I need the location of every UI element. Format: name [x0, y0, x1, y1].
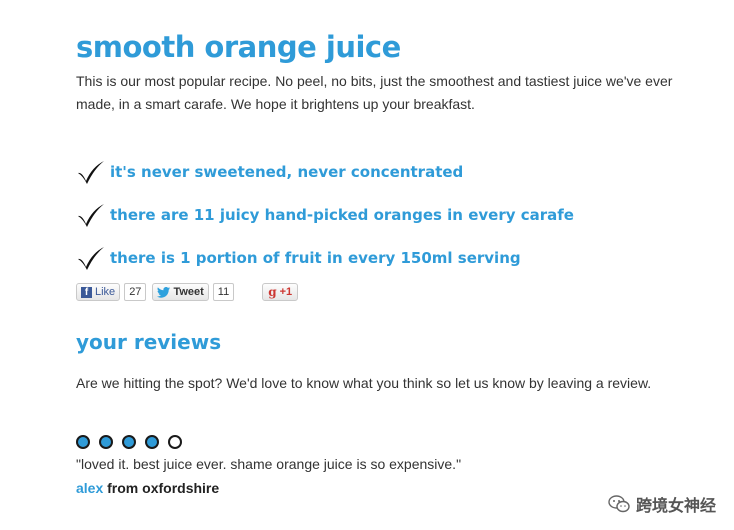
- twitter-bird-icon: [157, 286, 171, 298]
- rating-dot-filled: [122, 435, 136, 449]
- rating-dot-empty: [168, 435, 182, 449]
- social-share-bar: f Like 27 Tweet 11 g +1: [76, 283, 299, 301]
- reviews-heading: your reviews: [76, 330, 222, 354]
- facebook-icon: f: [81, 286, 92, 298]
- benefit-text: there are 11 juicy hand-picked oranges i…: [110, 205, 574, 224]
- benefit-text: it's never sweetened, never concentrated: [110, 162, 464, 181]
- page-title: smooth orange juice: [76, 30, 401, 64]
- google-plus-icon: g: [268, 285, 277, 299]
- review-quote: "loved it. best juice ever. shame orange…: [76, 456, 462, 472]
- watermark: 跨境女神经: [608, 492, 716, 516]
- facebook-like-count: 27: [124, 283, 147, 301]
- review-author: alex from oxfordshire: [76, 480, 219, 496]
- product-page: smooth orange juice This is our most pop…: [0, 0, 734, 530]
- facebook-like-label: Like: [95, 286, 116, 298]
- benefit-item: there are 11 juicy hand-picked oranges i…: [76, 193, 574, 236]
- reviewer-location: from oxfordshire: [103, 480, 220, 496]
- benefit-item: it's never sweetened, never concentrated: [76, 150, 574, 193]
- checkmark-icon: [78, 203, 104, 227]
- reviewer-name: alex: [76, 480, 104, 496]
- facebook-like-button[interactable]: f Like: [76, 283, 121, 301]
- google-plus-label: +1: [279, 286, 293, 298]
- wechat-icon: [608, 495, 630, 513]
- rating-dot-filled: [76, 435, 90, 449]
- checkmark-icon: [78, 160, 104, 184]
- benefit-text: there is 1 portion of fruit in every 150…: [110, 248, 521, 267]
- benefit-item: there is 1 portion of fruit in every 150…: [76, 236, 574, 279]
- reviews-intro: Are we hitting the spot? We'd love to kn…: [76, 375, 652, 391]
- watermark-text: 跨境女神经: [635, 496, 716, 515]
- benefits-list: it's never sweetened, never concentrated…: [76, 150, 574, 279]
- review-rating: [76, 435, 191, 449]
- rating-dot-filled: [99, 435, 113, 449]
- tweet-count: 11: [212, 283, 235, 301]
- tweet-label: Tweet: [173, 286, 204, 298]
- product-intro: This is our most popular recipe. No peel…: [76, 73, 673, 112]
- rating-dot-filled: [145, 435, 159, 449]
- checkmark-icon: [78, 246, 104, 270]
- tweet-button[interactable]: Tweet: [152, 283, 209, 301]
- google-plus-button[interactable]: g +1: [262, 283, 299, 301]
